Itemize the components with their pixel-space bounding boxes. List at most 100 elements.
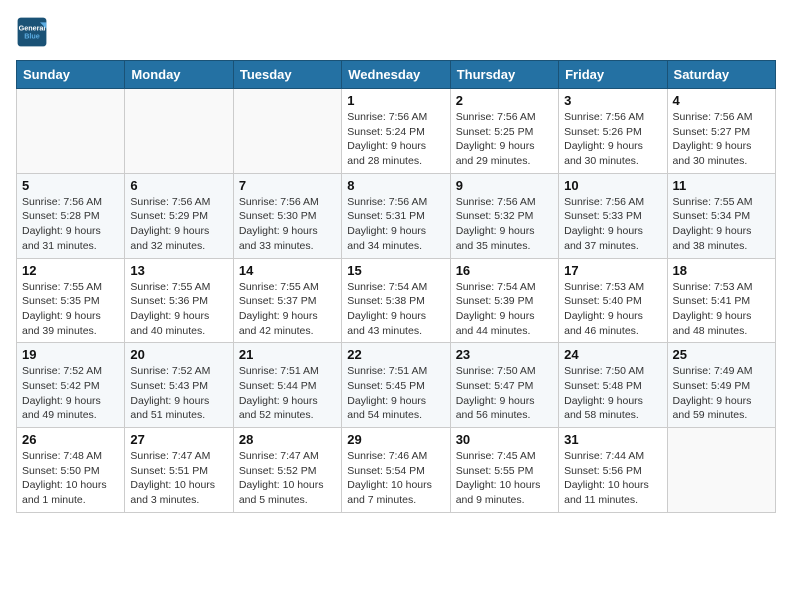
day-info: Sunrise: 7:51 AMSunset: 5:45 PMDaylight:… xyxy=(347,364,444,423)
day-number: 26 xyxy=(22,432,119,447)
day-info: Sunrise: 7:51 AMSunset: 5:44 PMDaylight:… xyxy=(239,364,336,423)
day-number: 15 xyxy=(347,263,444,278)
calendar-cell: 13 Sunrise: 7:55 AMSunset: 5:36 PMDayligh… xyxy=(125,258,233,343)
day-number: 5 xyxy=(22,178,119,193)
day-info: Sunrise: 7:56 AMSunset: 5:26 PMDaylight:… xyxy=(564,110,661,169)
day-info: Sunrise: 7:48 AMSunset: 5:50 PMDaylight:… xyxy=(22,449,119,508)
day-info: Sunrise: 7:47 AMSunset: 5:52 PMDaylight:… xyxy=(239,449,336,508)
calendar-cell: 30 Sunrise: 7:45 AMSunset: 5:55 PMDayligh… xyxy=(450,428,558,513)
day-number: 23 xyxy=(456,347,553,362)
day-number: 28 xyxy=(239,432,336,447)
day-of-week-header: Tuesday xyxy=(233,61,341,89)
calendar-cell: 28 Sunrise: 7:47 AMSunset: 5:52 PMDayligh… xyxy=(233,428,341,513)
calendar-cell: 3 Sunrise: 7:56 AMSunset: 5:26 PMDaylight… xyxy=(559,89,667,174)
day-info: Sunrise: 7:55 AMSunset: 5:35 PMDaylight:… xyxy=(22,280,119,339)
day-info: Sunrise: 7:56 AMSunset: 5:32 PMDaylight:… xyxy=(456,195,553,254)
day-info: Sunrise: 7:56 AMSunset: 5:30 PMDaylight:… xyxy=(239,195,336,254)
calendar-table: SundayMondayTuesdayWednesdayThursdayFrid… xyxy=(16,60,776,513)
calendar-cell: 20 Sunrise: 7:52 AMSunset: 5:43 PMDayligh… xyxy=(125,343,233,428)
calendar-cell: 17Sunrise: 7:53 AMSunset: 5:40 PMDayligh… xyxy=(559,258,667,343)
calendar-cell: 26 Sunrise: 7:48 AMSunset: 5:50 PMDayligh… xyxy=(17,428,125,513)
calendar-cell: 16 Sunrise: 7:54 AMSunset: 5:39 PMDayligh… xyxy=(450,258,558,343)
calendar-cell: 1 Sunrise: 7:56 AMSunset: 5:24 PMDaylight… xyxy=(342,89,450,174)
day-number: 30 xyxy=(456,432,553,447)
day-info: Sunrise: 7:52 AMSunset: 5:43 PMDaylight:… xyxy=(130,364,227,423)
day-info: Sunrise: 7:44 AMSunset: 5:56 PMDaylight:… xyxy=(564,449,661,508)
calendar-cell: 4 Sunrise: 7:56 AMSunset: 5:27 PMDaylight… xyxy=(667,89,775,174)
calendar-cell: 23 Sunrise: 7:50 AMSunset: 5:47 PMDayligh… xyxy=(450,343,558,428)
calendar-cell: 5 Sunrise: 7:56 AMSunset: 5:28 PMDaylight… xyxy=(17,173,125,258)
day-info: Sunrise: 7:50 AMSunset: 5:48 PMDaylight:… xyxy=(564,364,661,423)
day-info: Sunrise: 7:55 AMSunset: 5:37 PMDaylight:… xyxy=(239,280,336,339)
day-of-week-header: Wednesday xyxy=(342,61,450,89)
day-number: 13 xyxy=(130,263,227,278)
calendar-cell: 6 Sunrise: 7:56 AMSunset: 5:29 PMDaylight… xyxy=(125,173,233,258)
day-number: 11 xyxy=(673,178,770,193)
calendar-cell xyxy=(125,89,233,174)
day-of-week-header: Sunday xyxy=(17,61,125,89)
day-of-week-header: Thursday xyxy=(450,61,558,89)
calendar-cell: 8 Sunrise: 7:56 AMSunset: 5:31 PMDaylight… xyxy=(342,173,450,258)
page-header: General Blue xyxy=(16,16,776,48)
day-of-week-header: Monday xyxy=(125,61,233,89)
day-number: 14 xyxy=(239,263,336,278)
day-number: 6 xyxy=(130,178,227,193)
day-info: Sunrise: 7:55 AMSunset: 5:34 PMDaylight:… xyxy=(673,195,770,254)
day-info: Sunrise: 7:56 AMSunset: 5:29 PMDaylight:… xyxy=(130,195,227,254)
day-info: Sunrise: 7:50 AMSunset: 5:47 PMDaylight:… xyxy=(456,364,553,423)
day-number: 25 xyxy=(673,347,770,362)
day-number: 4 xyxy=(673,93,770,108)
day-number: 27 xyxy=(130,432,227,447)
calendar-cell: 10Sunrise: 7:56 AMSunset: 5:33 PMDayligh… xyxy=(559,173,667,258)
day-number: 24 xyxy=(564,347,661,362)
calendar-cell: 21 Sunrise: 7:51 AMSunset: 5:44 PMDayligh… xyxy=(233,343,341,428)
day-number: 8 xyxy=(347,178,444,193)
day-number: 18 xyxy=(673,263,770,278)
day-number: 2 xyxy=(456,93,553,108)
day-number: 20 xyxy=(130,347,227,362)
day-number: 17 xyxy=(564,263,661,278)
calendar-cell: 25 Sunrise: 7:49 AMSunset: 5:49 PMDayligh… xyxy=(667,343,775,428)
logo-icon: General Blue xyxy=(16,16,48,48)
calendar-cell xyxy=(17,89,125,174)
day-info: Sunrise: 7:56 AMSunset: 5:24 PMDaylight:… xyxy=(347,110,444,169)
day-number: 9 xyxy=(456,178,553,193)
calendar-cell: 31Sunrise: 7:44 AMSunset: 5:56 PMDayligh… xyxy=(559,428,667,513)
calendar-cell: 14 Sunrise: 7:55 AMSunset: 5:37 PMDayligh… xyxy=(233,258,341,343)
day-number: 21 xyxy=(239,347,336,362)
calendar-cell: 27 Sunrise: 7:47 AMSunset: 5:51 PMDayligh… xyxy=(125,428,233,513)
day-info: Sunrise: 7:45 AMSunset: 5:55 PMDaylight:… xyxy=(456,449,553,508)
calendar-cell: 11 Sunrise: 7:55 AMSunset: 5:34 PMDayligh… xyxy=(667,173,775,258)
day-of-week-header: Friday xyxy=(559,61,667,89)
day-number: 16 xyxy=(456,263,553,278)
svg-text:Blue: Blue xyxy=(24,31,40,40)
day-number: 1 xyxy=(347,93,444,108)
calendar-cell: 12 Sunrise: 7:55 AMSunset: 5:35 PMDayligh… xyxy=(17,258,125,343)
day-info: Sunrise: 7:56 AMSunset: 5:27 PMDaylight:… xyxy=(673,110,770,169)
day-number: 22 xyxy=(347,347,444,362)
calendar-cell: 7 Sunrise: 7:56 AMSunset: 5:30 PMDaylight… xyxy=(233,173,341,258)
day-info: Sunrise: 7:52 AMSunset: 5:42 PMDaylight:… xyxy=(22,364,119,423)
calendar-cell: 24 Sunrise: 7:50 AMSunset: 5:48 PMDayligh… xyxy=(559,343,667,428)
day-number: 7 xyxy=(239,178,336,193)
calendar-cell: 22 Sunrise: 7:51 AMSunset: 5:45 PMDayligh… xyxy=(342,343,450,428)
day-number: 12 xyxy=(22,263,119,278)
day-info: Sunrise: 7:54 AMSunset: 5:39 PMDaylight:… xyxy=(456,280,553,339)
day-number: 19 xyxy=(22,347,119,362)
day-of-week-header: Saturday xyxy=(667,61,775,89)
day-info: Sunrise: 7:56 AMSunset: 5:25 PMDaylight:… xyxy=(456,110,553,169)
day-number: 29 xyxy=(347,432,444,447)
day-info: Sunrise: 7:56 AMSunset: 5:31 PMDaylight:… xyxy=(347,195,444,254)
calendar-cell xyxy=(233,89,341,174)
day-info: Sunrise: 7:47 AMSunset: 5:51 PMDaylight:… xyxy=(130,449,227,508)
day-info: Sunrise: 7:49 AMSunset: 5:49 PMDaylight:… xyxy=(673,364,770,423)
calendar-cell: 29Sunrise: 7:46 AMSunset: 5:54 PMDayligh… xyxy=(342,428,450,513)
day-number: 3 xyxy=(564,93,661,108)
calendar-cell: 19 Sunrise: 7:52 AMSunset: 5:42 PMDayligh… xyxy=(17,343,125,428)
calendar-cell: 15 Sunrise: 7:54 AMSunset: 5:38 PMDayligh… xyxy=(342,258,450,343)
calendar-cell: 9 Sunrise: 7:56 AMSunset: 5:32 PMDaylight… xyxy=(450,173,558,258)
day-info: Sunrise: 7:55 AMSunset: 5:36 PMDaylight:… xyxy=(130,280,227,339)
day-info: Sunrise: 7:54 AMSunset: 5:38 PMDaylight:… xyxy=(347,280,444,339)
logo: General Blue xyxy=(16,16,52,48)
day-info: Sunrise: 7:56 AMSunset: 5:28 PMDaylight:… xyxy=(22,195,119,254)
